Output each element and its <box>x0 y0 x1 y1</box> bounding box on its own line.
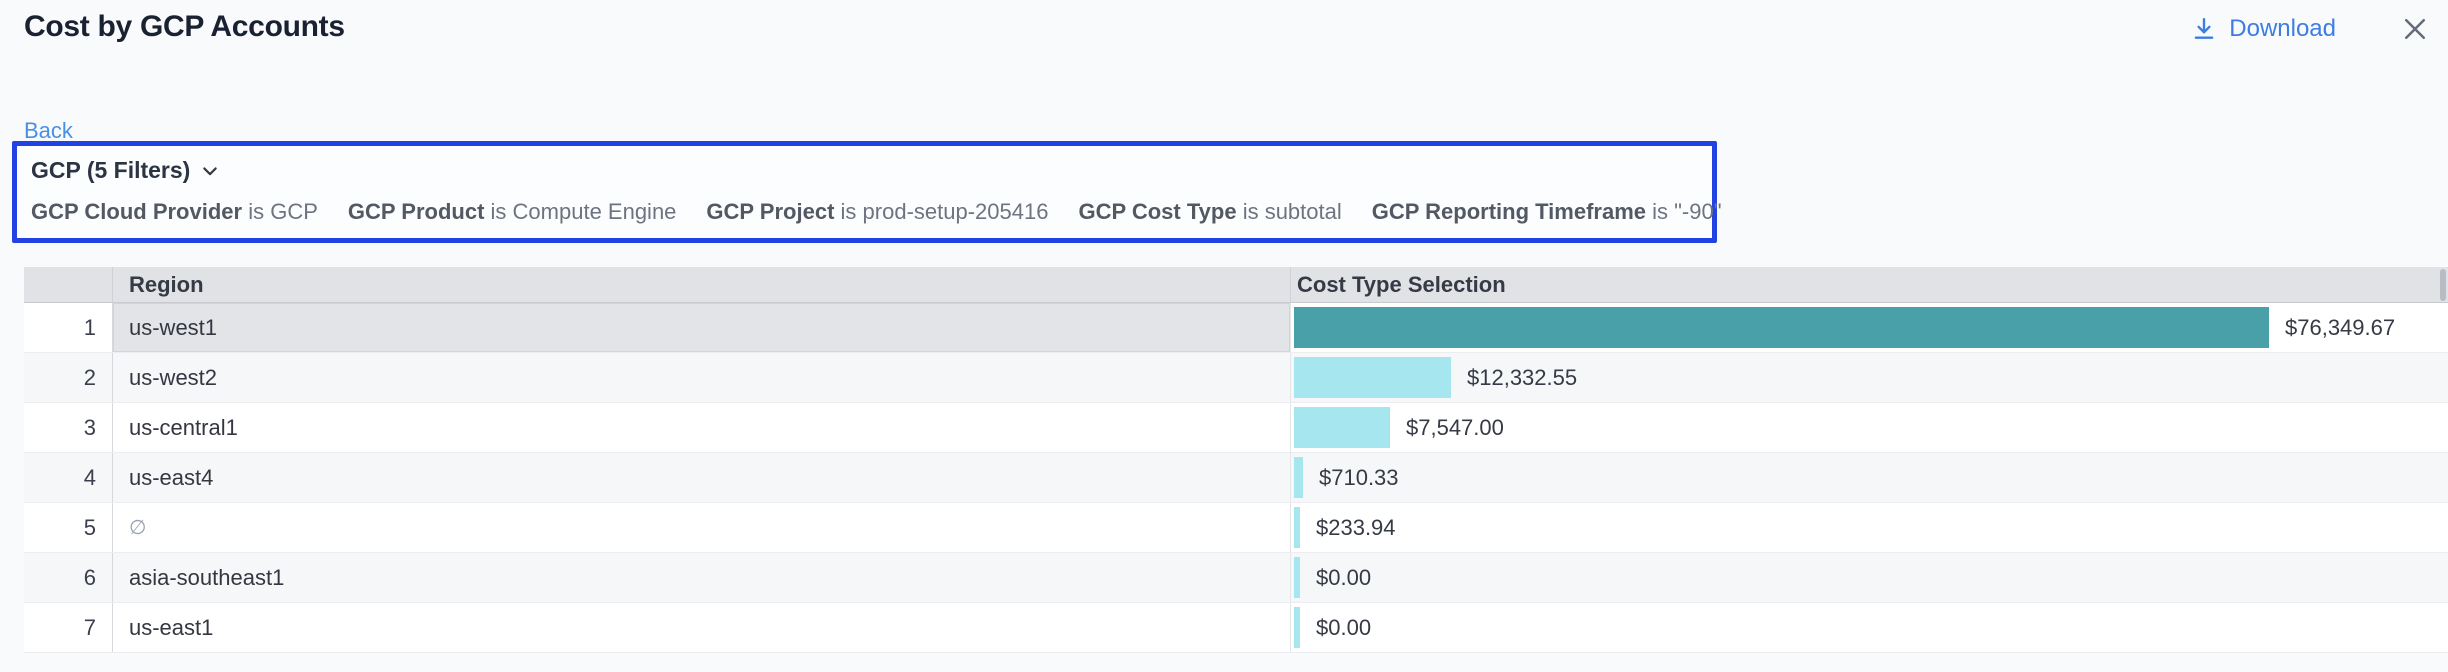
cost-bar <box>1294 557 1300 598</box>
close-button[interactable] <box>2400 14 2430 44</box>
table-row: 6 asia-southeast1 $0.00 <box>24 553 2448 603</box>
table-row: 4 us-east4 $710.33 <box>24 453 2448 503</box>
grid-body: 1 us-west1 $76,349.67 2 us-west2 $12,332… <box>24 303 2448 653</box>
cost-cell[interactable]: $233.94 <box>1290 503 2448 552</box>
region-label: us-west2 <box>129 365 217 391</box>
cost-cell[interactable]: $710.33 <box>1290 453 2448 502</box>
row-number-cell: 5 <box>24 503 112 552</box>
cost-value-label: $710.33 <box>1319 465 1399 491</box>
chevron-down-icon <box>200 161 220 181</box>
region-label: us-east1 <box>129 615 213 641</box>
cost-value-label: $233.94 <box>1316 515 1396 541</box>
grid-header-row: Region Cost Type Selection <box>24 267 2448 303</box>
region-cell[interactable]: us-west1 <box>112 303 1290 352</box>
filter-item-cloud-provider: GCP Cloud Provider is GCP <box>31 199 318 225</box>
cost-cell[interactable]: $0.00 <box>1290 553 2448 602</box>
filter-item-project: GCP Project is prod-setup-205416 <box>706 199 1048 225</box>
close-icon <box>2400 14 2430 44</box>
filter-group-toggle[interactable]: GCP (5 Filters) <box>31 157 1698 184</box>
top-actions: Download <box>2191 14 2430 44</box>
table-row: 3 us-central1 $7,547.00 <box>24 403 2448 453</box>
grid-header-cost-type-selection[interactable]: Cost Type Selection <box>1290 267 2448 302</box>
row-number-cell: 7 <box>24 603 112 652</box>
cost-cell[interactable]: $0.00 <box>1290 603 2448 652</box>
cost-value-label: $0.00 <box>1316 615 1371 641</box>
row-number-cell: 2 <box>24 353 112 402</box>
row-number-cell: 3 <box>24 403 112 452</box>
table-row: 2 us-west2 $12,332.55 <box>24 353 2448 403</box>
cost-cell[interactable]: $12,332.55 <box>1290 353 2448 402</box>
vertical-scrollbar[interactable] <box>2440 269 2446 301</box>
cost-bar <box>1294 457 1303 498</box>
region-cell[interactable]: us-central1 <box>112 403 1290 452</box>
cost-bar <box>1294 507 1300 548</box>
region-cell[interactable]: asia-southeast1 <box>112 553 1290 602</box>
region-label: us-east4 <box>129 465 213 491</box>
cost-by-gcp-accounts-flyout: Cost by GCP Accounts Download Back GCP (… <box>0 0 2448 672</box>
filter-item-reporting-timeframe: GCP Reporting Timeframe is "-90" <box>1372 199 1722 225</box>
region-cell[interactable]: ∅ <box>112 503 1290 552</box>
row-number-cell: 1 <box>24 303 112 352</box>
cost-bar <box>1294 407 1390 448</box>
cost-bar <box>1294 357 1451 398</box>
filter-group-box: GCP (5 Filters) GCP Cloud Provider is GC… <box>12 141 1717 243</box>
filter-items: GCP Cloud Provider is GCP GCP Product is… <box>31 199 1698 225</box>
row-number-cell: 6 <box>24 553 112 602</box>
table-row: 1 us-west1 $76,349.67 <box>24 303 2448 353</box>
cost-cell[interactable]: $7,547.00 <box>1290 403 2448 452</box>
cost-value-label: $12,332.55 <box>1467 365 1577 391</box>
table-row: 5 ∅ $233.94 <box>24 503 2448 553</box>
filter-item-product: GCP Product is Compute Engine <box>348 199 677 225</box>
region-label: us-west1 <box>129 315 217 341</box>
cost-cell[interactable]: $76,349.67 <box>1290 303 2448 352</box>
cost-bar <box>1294 307 2269 348</box>
region-cell[interactable]: us-east4 <box>112 453 1290 502</box>
cost-bar <box>1294 607 1300 648</box>
download-button[interactable]: Download <box>2191 15 2336 43</box>
table-row: 7 us-east1 $0.00 <box>24 603 2448 653</box>
grid-header-row-number <box>24 267 112 302</box>
filter-group-label: GCP (5 Filters) <box>31 157 190 184</box>
row-number-cell: 4 <box>24 453 112 502</box>
page-title: Cost by GCP Accounts <box>24 10 345 44</box>
download-icon <box>2191 16 2217 42</box>
region-label: asia-southeast1 <box>129 565 284 591</box>
cost-data-grid: Region Cost Type Selection 1 us-west1 $7… <box>24 267 2448 653</box>
cost-value-label: $76,349.67 <box>2285 315 2395 341</box>
region-label: ∅ <box>129 515 146 540</box>
grid-header-region[interactable]: Region <box>112 267 1290 302</box>
filter-item-cost-type: GCP Cost Type is subtotal <box>1078 199 1341 225</box>
cost-value-label: $7,547.00 <box>1406 415 1504 441</box>
download-label: Download <box>2229 15 2336 43</box>
region-cell[interactable]: us-west2 <box>112 353 1290 402</box>
cost-value-label: $0.00 <box>1316 565 1371 591</box>
region-cell[interactable]: us-east1 <box>112 603 1290 652</box>
region-label: us-central1 <box>129 415 238 441</box>
